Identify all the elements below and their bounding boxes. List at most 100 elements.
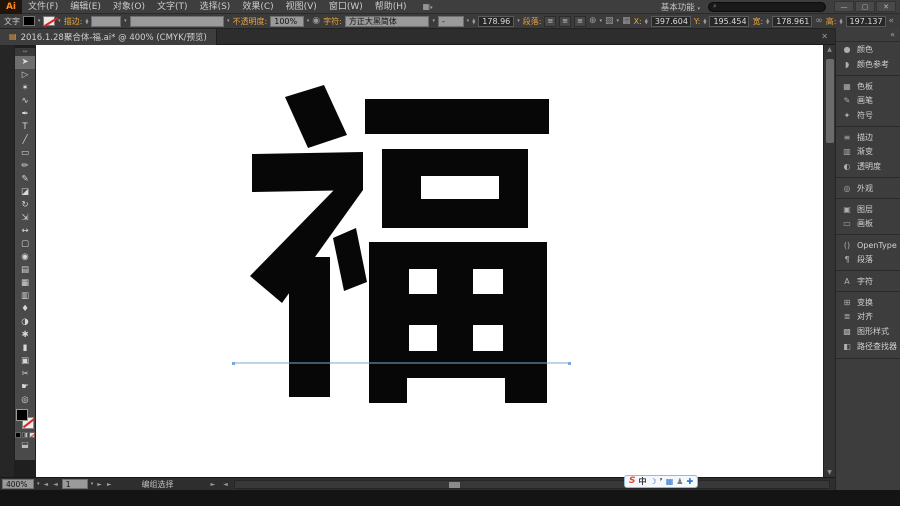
zoom-level-field[interactable]: 400%	[2, 479, 34, 489]
expand-panels-icon[interactable]: «	[836, 28, 900, 42]
slice-tool[interactable]: ✂	[15, 368, 35, 381]
panel-item-pathfinder[interactable]: ◧ 路径查找器	[836, 339, 900, 354]
panel-item-brushes[interactable]: ✎ 画笔	[836, 93, 900, 108]
panel-item-color[interactable]: ● 颜色	[836, 42, 900, 57]
magic-wand-tool[interactable]: ✶	[15, 82, 35, 95]
menu-item[interactable]: 文件(F)	[22, 0, 64, 14]
column-graph-tool[interactable]: ▮	[15, 342, 35, 355]
opacity-field[interactable]: 100%	[270, 16, 304, 27]
status-back-icon[interactable]: ◄	[223, 481, 228, 488]
zoom-tool[interactable]: ◎	[15, 394, 35, 407]
width-field[interactable]: 178.961	[772, 16, 812, 27]
free-transform-tool[interactable]: ▢	[15, 238, 35, 251]
minimize-button[interactable]: —	[834, 1, 854, 12]
horizontal-scroll-thumb[interactable]	[449, 482, 460, 488]
type-tool[interactable]: T	[15, 121, 35, 134]
ime-toolbox-icon[interactable]: ✚	[686, 476, 693, 487]
panel-item-character[interactable]: A 字符	[836, 270, 900, 288]
variable-width-profile-field[interactable]	[130, 16, 224, 27]
align-center-button[interactable]: ≡	[559, 16, 571, 27]
y-position-field[interactable]: 195.454	[709, 16, 749, 27]
previous-artboard-icon[interactable]: ◄	[52, 481, 59, 488]
opacity-label[interactable]: 不透明度:	[233, 16, 268, 27]
artboard-number-field[interactable]: 1	[62, 479, 88, 489]
eraser-tool[interactable]: ◪	[15, 186, 35, 199]
sogou-logo[interactable]: S	[629, 476, 635, 487]
direct-selection-tool[interactable]: ▷	[15, 69, 35, 82]
gradient-tool[interactable]: ▥	[15, 290, 35, 303]
first-artboard-icon[interactable]: ◄	[43, 481, 50, 488]
panel-item-graphic-styles[interactable]: ▩ 图形样式	[836, 324, 900, 339]
stroke-color-swatch[interactable]	[43, 16, 55, 26]
height-field[interactable]: 197.137	[846, 16, 886, 27]
lasso-tool[interactable]: ∿	[15, 95, 35, 108]
search-box[interactable]: ⌕	[708, 2, 826, 12]
pencil-tool[interactable]: ✎	[15, 173, 35, 186]
width-tool[interactable]: ↔	[15, 225, 35, 238]
character-label[interactable]: 字符:	[323, 16, 342, 27]
style-icon[interactable]: ◉	[312, 16, 320, 26]
scale-tool[interactable]: ⇲	[15, 212, 35, 225]
x-position-field[interactable]: 397.604	[651, 16, 691, 27]
fill-swatch[interactable]	[16, 409, 28, 421]
close-document-icon[interactable]: ✕	[821, 32, 835, 41]
paintbrush-tool[interactable]: ✏	[15, 160, 35, 173]
ime-board-icon[interactable]: ▦	[666, 476, 674, 487]
reference-point-locator[interactable]: ▦	[622, 16, 631, 26]
last-artboard-icon[interactable]: ►	[106, 481, 113, 488]
panel-item-align[interactable]: ≣ 对齐	[836, 309, 900, 324]
artboard-tool[interactable]: ▣	[15, 355, 35, 368]
close-button[interactable]: ✕	[876, 1, 896, 12]
restore-button[interactable]: ▢	[855, 1, 875, 12]
panel-item-swatches[interactable]: ▦ 色板	[836, 75, 900, 93]
mesh-tool[interactable]: ▦	[15, 277, 35, 290]
fill-stroke-indicator[interactable]	[15, 408, 35, 431]
tools-panel-header[interactable]: ↔	[15, 48, 35, 56]
panel-item-gradient[interactable]: ▥ 渐变	[836, 144, 900, 159]
artboard-canvas[interactable]	[36, 45, 823, 477]
document-tab[interactable]: ▤ 2016.1.28聚合体-福.ai* @ 400% (CMYK/预览)	[0, 29, 217, 45]
menu-item[interactable]: 对象(O)	[107, 0, 151, 14]
menu-item[interactable]: 选择(S)	[194, 0, 237, 14]
vertical-scrollbar[interactable]: ▲ ▼	[823, 45, 835, 477]
blend-tool[interactable]: ◑	[15, 316, 35, 329]
hand-tool[interactable]: ☛	[15, 381, 35, 394]
panel-item-color-guide[interactable]: ◗ 颜色参考	[836, 57, 900, 72]
workspace-switcher[interactable]: 基本功能 ▾	[661, 1, 700, 13]
text-wrap-icon[interactable]: ▨	[605, 16, 614, 26]
menu-item[interactable]: 编辑(E)	[64, 0, 107, 14]
fill-color-swatch[interactable]	[23, 16, 35, 26]
rectangle-tool[interactable]: ▭	[15, 147, 35, 160]
ime-figure-icon[interactable]: ♟	[676, 476, 683, 487]
font-size-stepper[interactable]: ▲▼	[472, 18, 475, 25]
stroke-weight-field[interactable]	[91, 16, 121, 27]
font-family-field[interactable]: 方正大黑简体	[345, 16, 430, 27]
horizontal-scrollbar[interactable]	[234, 480, 830, 489]
none-mode-button[interactable]	[29, 432, 35, 438]
gradient-mode-button[interactable]	[22, 432, 28, 438]
stroke-weight-label[interactable]: 描边:	[64, 16, 83, 27]
next-artboard-icon[interactable]: ►	[96, 481, 103, 488]
panel-item-layers[interactable]: ▣ 图层	[836, 198, 900, 216]
symbol-sprayer-tool[interactable]: ✱	[15, 329, 35, 342]
chevron-down-icon[interactable]: ▾	[38, 18, 41, 24]
align-right-button[interactable]: ≡	[574, 16, 586, 27]
panel-item-paragraph[interactable]: ¶ 段落	[836, 252, 900, 267]
envelope-distort-icon[interactable]: ⊕	[589, 16, 597, 26]
selection-tool[interactable]: ➤	[15, 56, 35, 69]
stroke-stepper[interactable]: ▲▼	[85, 18, 88, 25]
ime-chinese-mode[interactable]: 中	[638, 476, 646, 487]
font-style-field[interactable]: -	[438, 16, 464, 27]
collapse-control-bar-icon[interactable]: «	[889, 16, 897, 26]
menu-item[interactable]: 视图(V)	[280, 0, 323, 14]
eyedropper-tool[interactable]: ♦	[15, 303, 35, 316]
link-dimensions-icon[interactable]: ∞	[815, 16, 823, 26]
panel-item-stroke[interactable]: ≡ 描边	[836, 126, 900, 144]
align-left-button[interactable]: ≡	[544, 16, 556, 27]
ime-punctuation-icon[interactable]: ’	[660, 476, 663, 487]
panel-item-appearance[interactable]: ◎ 外观	[836, 177, 900, 195]
font-size-field[interactable]: 178.96	[478, 16, 514, 27]
panel-item-transform[interactable]: ⊞ 变换	[836, 291, 900, 309]
menu-item[interactable]: 效果(C)	[236, 0, 279, 14]
menu-item[interactable]: 文字(T)	[151, 0, 194, 14]
